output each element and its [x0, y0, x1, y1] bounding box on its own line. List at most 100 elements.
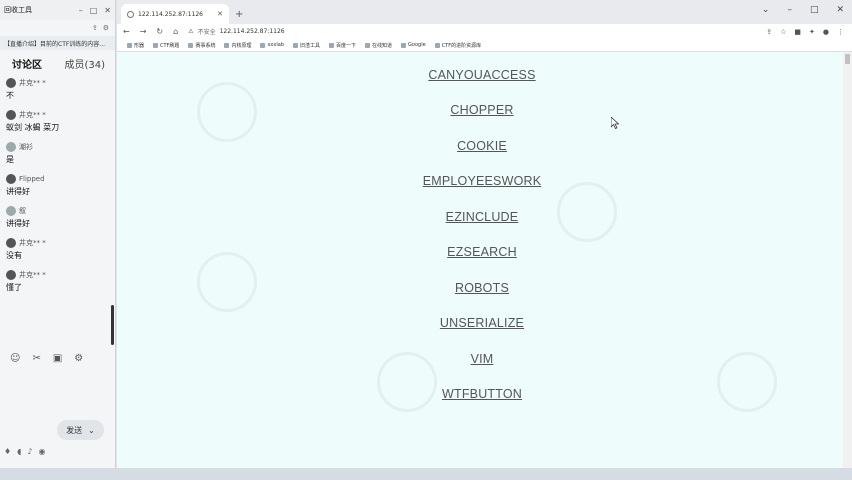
- chat-notice[interactable]: 【直播介绍】目前的CTF训练的内容...: [0, 36, 115, 50]
- link-ezsearch[interactable]: EZSEARCH: [117, 245, 847, 259]
- link-canyouaccess[interactable]: CANYOUACCESS: [117, 68, 847, 82]
- folder-icon: [188, 42, 194, 48]
- location-icon[interactable]: ◉: [39, 447, 46, 456]
- home-icon[interactable]: ⌂: [173, 27, 178, 36]
- mouse-cursor-icon: [611, 117, 619, 129]
- folder-icon: [292, 42, 298, 48]
- page-content: CANYOUACCESS CHOPPER COOKIE EMPLOYEESWOR…: [117, 52, 843, 468]
- nav-bar: ← → ↻ ⌂ ⚠ 不安全 122.114.252.87:1126 ⇪ ☆ ■ …: [117, 24, 852, 39]
- message: 叙 讲得好: [6, 204, 109, 230]
- folder-icon: [329, 42, 334, 48]
- chat-scrollbar[interactable]: [111, 305, 114, 345]
- link-ezinclude[interactable]: EZINCLUDE: [117, 210, 847, 224]
- send-button[interactable]: 发送 ⌄: [57, 420, 104, 440]
- bookmark-label: CTF刷题: [160, 42, 180, 49]
- bookmark-label: Google: [408, 42, 426, 48]
- url-text[interactable]: 122.114.252.87:1126: [220, 28, 285, 35]
- bookmark-item[interactable]: 赛事系统: [188, 42, 215, 49]
- folder-icon: [434, 42, 440, 48]
- menu-icon[interactable]: ⋮: [837, 28, 844, 36]
- bookmark-item[interactable]: Google: [401, 42, 426, 48]
- bookmark-item[interactable]: 内核原理: [224, 42, 251, 49]
- share-icon[interactable]: ⇪: [92, 24, 98, 32]
- image-icon[interactable]: ▣: [53, 353, 62, 364]
- insecure-label[interactable]: 不安全: [198, 27, 216, 36]
- settings-icon[interactable]: ⚙: [103, 24, 109, 32]
- close-icon[interactable]: ✕: [836, 5, 844, 15]
- maximize-icon[interactable]: □: [810, 5, 819, 15]
- smile-icon[interactable]: ☺: [10, 353, 20, 364]
- chat-input-toolbar: ☺ ✂ ▣ ⚙: [10, 353, 83, 364]
- message-text: 懂了: [6, 283, 22, 292]
- chevron-down-icon[interactable]: ⌄: [762, 5, 770, 15]
- back-icon[interactable]: ←: [123, 27, 130, 36]
- gear-icon[interactable]: ⚙: [74, 353, 83, 364]
- message-text: 蚁剑 冰蝎 菜刀: [6, 123, 60, 132]
- link-employeeswork[interactable]: EMPLOYEESWORK: [117, 174, 847, 188]
- avatar[interactable]: [6, 77, 16, 88]
- link-robots[interactable]: ROBOTS: [117, 281, 847, 295]
- mic-icon[interactable]: ♦: [4, 447, 11, 456]
- reload-icon[interactable]: ↻: [156, 27, 163, 36]
- bookmark-item[interactable]: CTF刷题: [153, 42, 179, 49]
- message-user: 叙: [19, 206, 26, 215]
- link-unserialize[interactable]: UNSERIALIZE: [117, 316, 847, 330]
- message-user: 井克** *: [19, 270, 46, 279]
- bookmark-label: CTF的进阶资源库: [441, 42, 482, 49]
- link-vim[interactable]: VIM: [117, 352, 847, 366]
- bookmark-item[interactable]: 旧渣工具: [292, 42, 320, 49]
- forward-icon[interactable]: →: [140, 27, 147, 36]
- window-controls: ⌄ – □ ✕: [762, 5, 844, 15]
- new-tab-button[interactable]: +: [235, 9, 243, 20]
- avatar[interactable]: [6, 269, 16, 280]
- maximize-icon[interactable]: □: [90, 6, 98, 15]
- avatar[interactable]: [6, 109, 16, 120]
- warning-icon[interactable]: ⚠: [188, 28, 193, 35]
- scrollbar-thumb[interactable]: [845, 54, 850, 64]
- link-chopper[interactable]: CHOPPER: [117, 103, 847, 117]
- bookmark-item[interactable]: 百度一下: [329, 42, 356, 49]
- message-text: 没有: [6, 251, 22, 260]
- minimize-icon[interactable]: –: [79, 6, 83, 15]
- avatar[interactable]: [6, 141, 16, 152]
- tab-discussion[interactable]: 讨论区: [12, 56, 42, 71]
- browser-window: 122.114.252.87:1126 ✕ + ⌄ – □ ✕ ← → ↻ ⌂ …: [117, 0, 852, 468]
- message-text: 不: [6, 91, 14, 100]
- link-cookie[interactable]: COOKIE: [117, 139, 847, 153]
- bookmark-item[interactable]: 形器: [127, 42, 144, 49]
- message: 潮衫 是: [6, 140, 109, 166]
- address-bar[interactable]: ⚠ 不安全 122.114.252.87:1126: [188, 27, 284, 36]
- google-icon: [401, 42, 407, 48]
- close-icon[interactable]: ✕: [104, 6, 111, 15]
- link-wtfbutton[interactable]: WTFBUTTON: [117, 387, 847, 401]
- bookmark-item[interactable]: 在线知道: [365, 42, 392, 49]
- bookmark-label: 旧渣工具: [299, 42, 320, 49]
- message-text: 讲得好: [6, 219, 30, 228]
- close-tab-icon[interactable]: ✕: [217, 10, 223, 18]
- chevron-down-icon[interactable]: ⌄: [88, 426, 95, 435]
- music-icon[interactable]: ♪: [27, 447, 32, 456]
- avatar[interactable]: [6, 173, 16, 184]
- message-user: 井克** *: [19, 238, 46, 247]
- minimize-icon[interactable]: –: [787, 5, 792, 15]
- bookmark-label: xxxlab: [267, 42, 284, 48]
- bookmark-item[interactable]: xxxlab: [260, 42, 284, 48]
- tab-members[interactable]: 成员(34): [64, 56, 105, 71]
- avatar[interactable]: [6, 205, 16, 216]
- chat-title: 回收工具: [4, 6, 32, 14]
- extension-icon[interactable]: ■: [794, 28, 801, 36]
- folder-icon: [260, 42, 266, 48]
- bookmark-item[interactable]: CTF的进阶资源库: [434, 42, 482, 49]
- puzzle-icon[interactable]: ✦: [809, 28, 815, 36]
- star-icon[interactable]: ☆: [780, 28, 786, 36]
- share-icon[interactable]: ⇪: [766, 28, 772, 36]
- headset-icon[interactable]: ◖: [17, 447, 21, 456]
- message-text: 讲得好: [6, 187, 30, 196]
- message-user: 潮衫: [19, 142, 33, 151]
- chat-tabs: 讨论区 成员(34): [0, 50, 115, 76]
- browser-tab[interactable]: 122.114.252.87:1126 ✕: [121, 4, 229, 24]
- avatar[interactable]: [6, 237, 16, 248]
- profile-icon[interactable]: ●: [823, 28, 829, 36]
- scissors-icon[interactable]: ✂: [32, 353, 40, 364]
- page-scrollbar[interactable]: [843, 52, 852, 468]
